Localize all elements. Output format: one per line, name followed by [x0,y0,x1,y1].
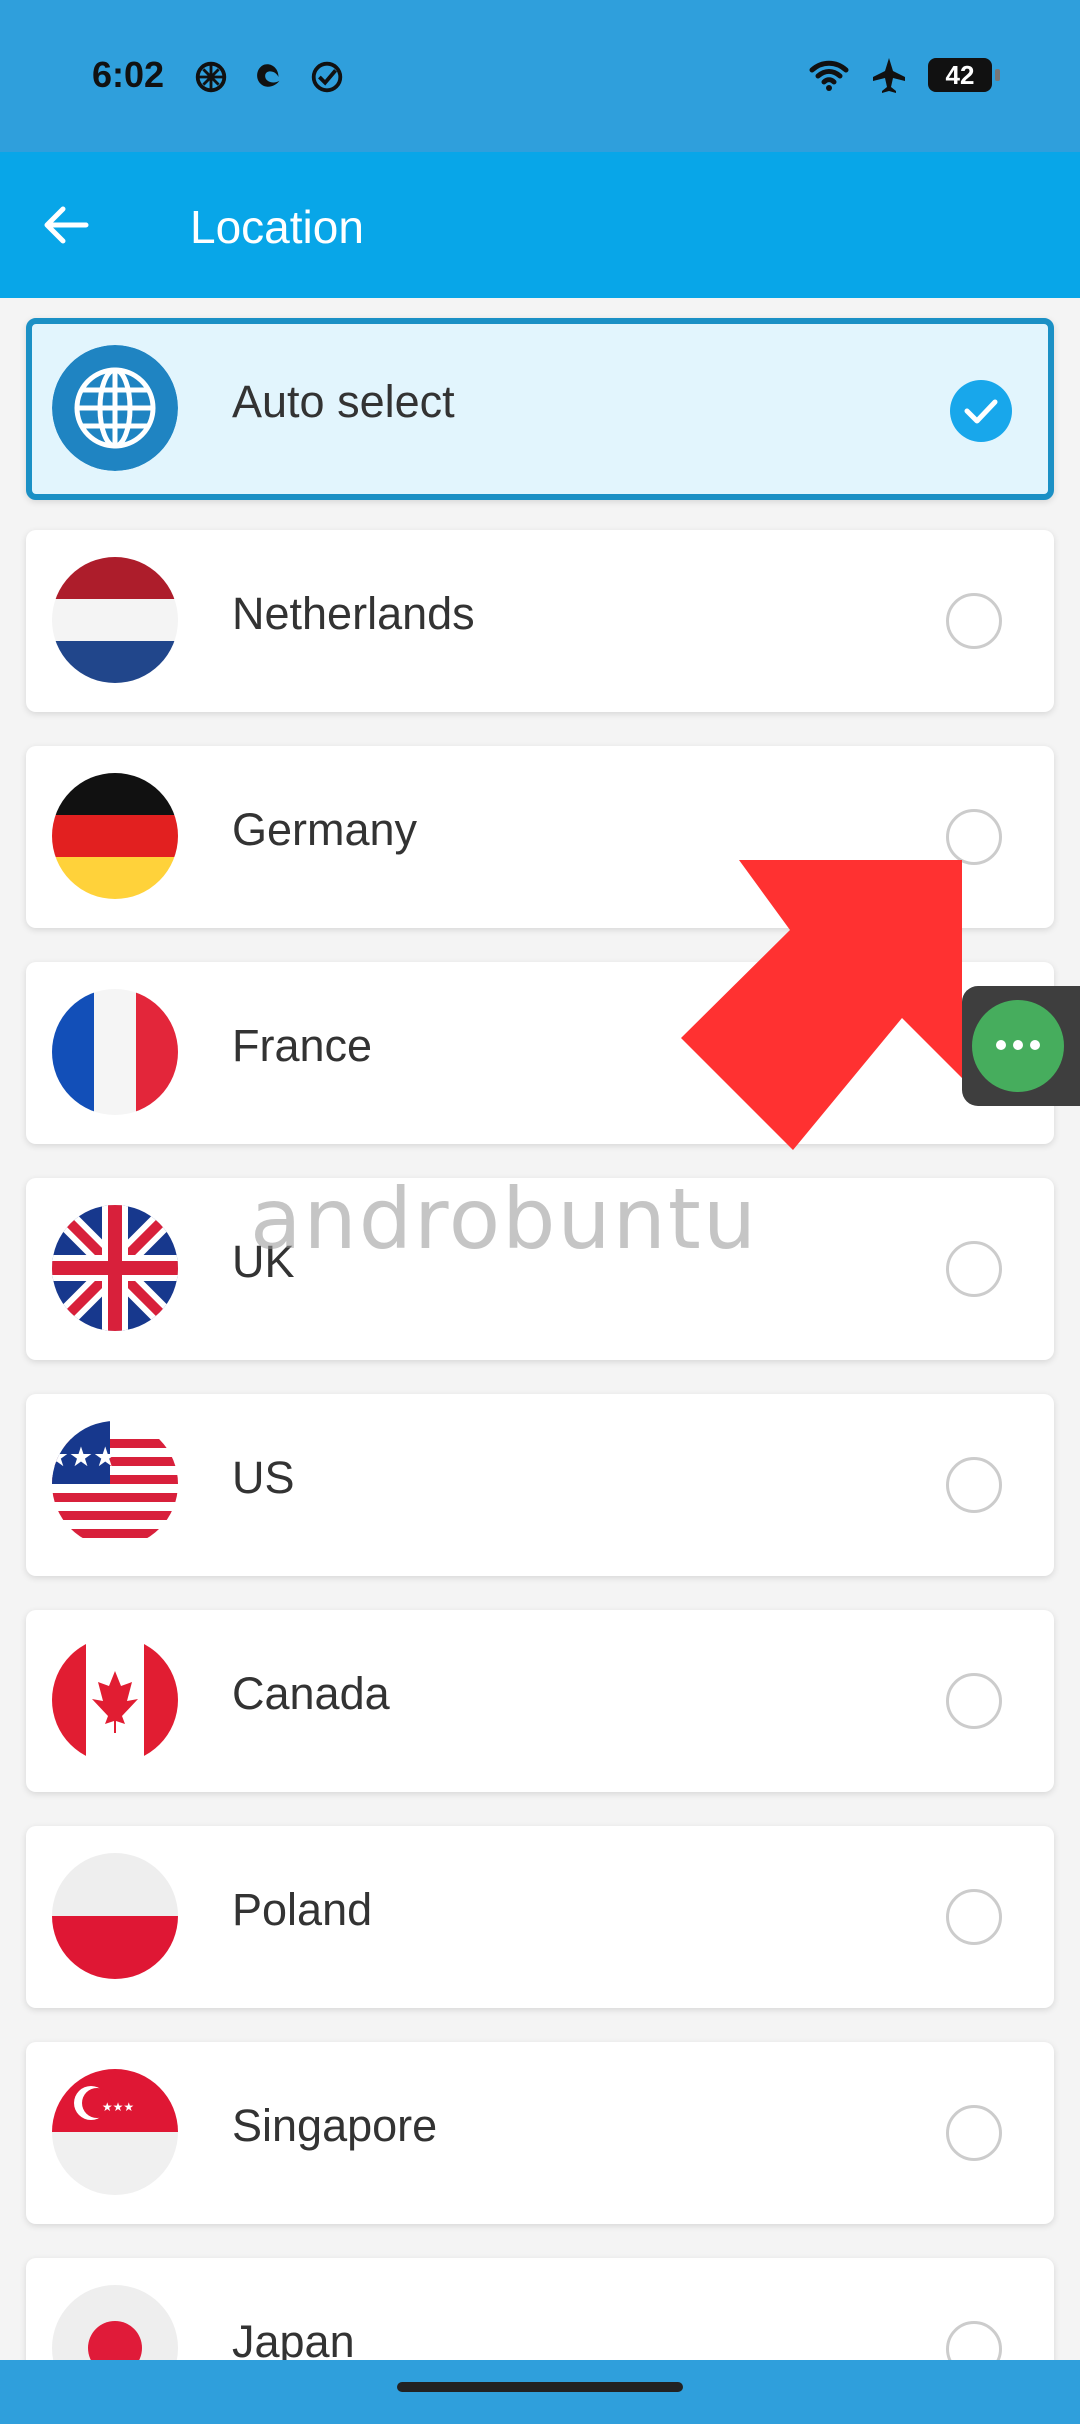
page-title: Location [190,201,364,253]
arrow-left-icon[interactable] [38,197,94,253]
location-label: Netherlands [232,588,475,639]
svg-text:★★★: ★★★ [102,2100,134,2114]
germany-flag-icon [52,773,178,899]
gesture-handle[interactable] [397,2382,683,2392]
radio-button[interactable] [946,809,1002,865]
globe-icon [52,345,178,471]
watermark: androbuntu [250,1170,759,1268]
location-item-poland[interactable]: Poland [26,1826,1054,2008]
location-item-us[interactable]: ★★★ US [26,1394,1054,1576]
edge-icon [257,64,280,87]
svg-text:★★★: ★★★ [52,1442,117,1473]
radio-button[interactable] [946,1457,1002,1513]
radio-button[interactable] [946,2105,1002,2161]
location-label: US [232,1452,295,1503]
location-label: Auto select [232,376,455,427]
more-horizontal-icon[interactable] [972,1000,1064,1092]
airplane-mode-icon [873,58,905,93]
france-flag-icon [52,989,178,1115]
status-time: 6:02 [92,54,165,95]
location-item-auto-select[interactable]: Auto select [26,318,1054,500]
wifi-icon [809,60,849,91]
location-item-canada[interactable]: Canada [26,1610,1054,1792]
location-label: Germany [232,804,418,855]
battery-level: 42 [945,59,975,90]
floating-menu[interactable] [962,986,1080,1106]
canada-flag-icon [52,1637,178,1763]
status-bar: 6:02 42 [0,0,1080,152]
selected-check[interactable] [950,380,1012,442]
chatgpt-icon [195,61,227,93]
battery-icon: 42 [928,58,1000,92]
location-label: Singapore [232,2100,438,2151]
location-label: France [232,1020,373,1071]
location-label: Canada [232,1668,390,1719]
us-flag-icon: ★★★ [52,1421,178,1547]
poland-flag-icon [52,1853,178,1979]
checkmark-icon [964,399,998,424]
app-bar: Location [0,152,1080,298]
navigation-bar [0,2360,1080,2424]
radio-button[interactable] [946,593,1002,649]
netherlands-flag-icon [52,557,178,683]
radio-button[interactable] [946,1673,1002,1729]
uk-flag-icon [52,1205,178,1331]
singapore-flag-icon: ★★★ [52,2069,178,2195]
location-item-singapore[interactable]: ★★★ Singapore [26,2042,1054,2224]
check-circle-icon [311,61,343,93]
radio-button[interactable] [946,1889,1002,1945]
location-label: Poland [232,1884,373,1935]
radio-button[interactable] [946,1241,1002,1297]
location-item-netherlands[interactable]: Netherlands [26,530,1054,712]
red-arrow-icon [681,860,962,1150]
